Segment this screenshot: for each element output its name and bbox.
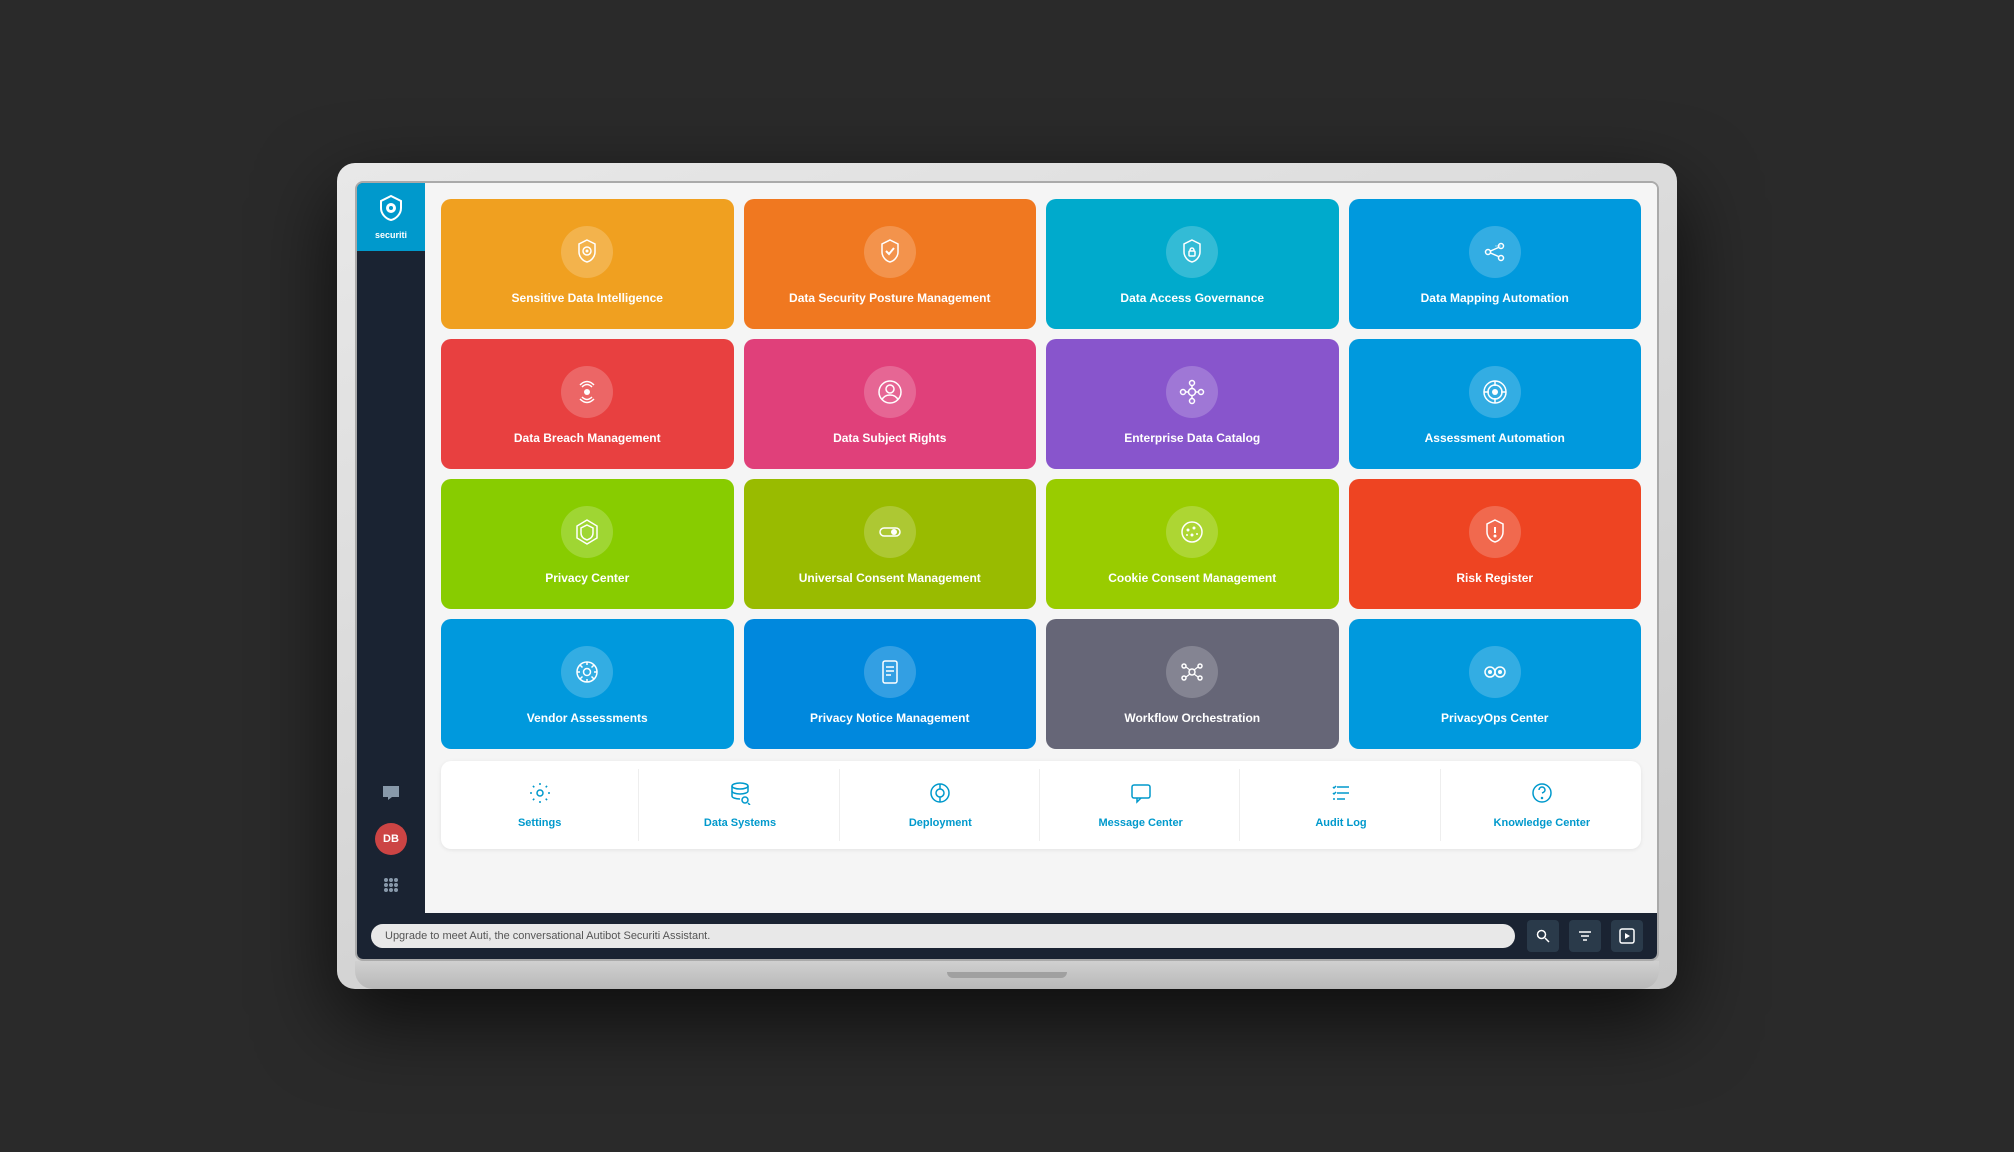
logo-text: securiti (375, 230, 407, 240)
tool-icon-data-systems (728, 781, 752, 811)
tool-icon-deployment (928, 781, 952, 811)
tile-icon-privacy-center (561, 506, 613, 558)
tile-label-data-mapping-automation: Data Mapping Automation (1421, 290, 1569, 307)
tool-label-settings: Settings (518, 817, 561, 829)
tile-icon-data-security-posture-management (864, 226, 916, 278)
tile-icon-data-access-governance (1166, 226, 1218, 278)
tile-privacyops-center[interactable]: PrivacyOps Center (1349, 619, 1642, 749)
tool-icon-settings (528, 781, 552, 811)
tile-data-subject-rights[interactable]: Data Subject Rights (744, 339, 1037, 469)
bottom-actions (1527, 920, 1643, 952)
play-btn[interactable] (1611, 920, 1643, 952)
tile-icon-cookie-consent-management (1166, 506, 1218, 558)
tile-icon-privacyops-center (1469, 646, 1521, 698)
tile-icon-universal-consent-management (864, 506, 916, 558)
tool-message-center[interactable]: Message Center (1042, 769, 1240, 841)
tile-icon-vendor-assessments (561, 646, 613, 698)
tile-label-universal-consent-management: Universal Consent Management (799, 570, 981, 587)
tool-label-data-systems: Data Systems (704, 817, 776, 829)
apps-icon-btn[interactable] (375, 869, 407, 901)
tile-label-vendor-assessments: Vendor Assessments (527, 710, 648, 727)
tiles-grid: Sensitive Data Intelligence Data Securit… (441, 199, 1641, 749)
logo[interactable]: securiti (357, 183, 425, 251)
tool-deployment[interactable]: Deployment (842, 769, 1040, 841)
tile-icon-data-subject-rights (864, 366, 916, 418)
tools-row: Settings Data Systems Deployment Message… (441, 761, 1641, 849)
tile-data-mapping-automation[interactable]: Data Mapping Automation (1349, 199, 1642, 329)
tool-knowledge-center[interactable]: Knowledge Center (1443, 769, 1641, 841)
tile-label-privacyops-center: PrivacyOps Center (1441, 710, 1548, 727)
screen: securiti DB (355, 181, 1659, 961)
tile-data-breach-management[interactable]: Data Breach Management (441, 339, 734, 469)
laptop-base (355, 961, 1659, 989)
tile-icon-workflow-orchestration (1166, 646, 1218, 698)
tool-label-audit-log: Audit Log (1315, 817, 1366, 829)
tool-audit-log[interactable]: Audit Log (1242, 769, 1440, 841)
tile-label-workflow-orchestration: Workflow Orchestration (1124, 710, 1260, 727)
tile-icon-data-mapping-automation (1469, 226, 1521, 278)
tool-label-knowledge-center: Knowledge Center (1494, 817, 1591, 829)
tool-icon-audit-log (1329, 781, 1353, 811)
sidebar: securiti DB (357, 183, 425, 913)
tile-privacy-center[interactable]: Privacy Center (441, 479, 734, 609)
main-content: Sensitive Data Intelligence Data Securit… (425, 183, 1657, 913)
tile-label-sensitive-data-intelligence: Sensitive Data Intelligence (512, 290, 663, 307)
tile-icon-enterprise-data-catalog (1166, 366, 1218, 418)
tile-label-assessment-automation: Assessment Automation (1425, 430, 1565, 447)
app-container: securiti DB (357, 183, 1657, 913)
tile-icon-sensitive-data-intelligence (561, 226, 613, 278)
user-avatar[interactable]: DB (375, 823, 407, 855)
tool-icon-knowledge-center (1530, 781, 1554, 811)
sidebar-bottom: DB (375, 777, 407, 913)
tile-icon-privacy-notice-management (864, 646, 916, 698)
tile-label-privacy-center: Privacy Center (545, 570, 629, 587)
tile-label-data-access-governance: Data Access Governance (1120, 290, 1264, 307)
laptop-notch (947, 972, 1067, 978)
logo-icon (377, 194, 405, 227)
tile-label-data-subject-rights: Data Subject Rights (833, 430, 946, 447)
bottom-bar: Upgrade to meet Auti, the conversational… (357, 913, 1657, 959)
tile-label-data-security-posture-management: Data Security Posture Management (789, 290, 990, 307)
tile-label-privacy-notice-management: Privacy Notice Management (810, 710, 969, 727)
tool-data-systems[interactable]: Data Systems (641, 769, 839, 841)
tile-cookie-consent-management[interactable]: Cookie Consent Management (1046, 479, 1339, 609)
tile-label-risk-register: Risk Register (1456, 570, 1533, 587)
tile-data-access-governance[interactable]: Data Access Governance (1046, 199, 1339, 329)
chat-bubble-text: Upgrade to meet Auti, the conversational… (371, 924, 1515, 948)
tile-vendor-assessments[interactable]: Vendor Assessments (441, 619, 734, 749)
tile-universal-consent-management[interactable]: Universal Consent Management (744, 479, 1037, 609)
tool-label-deployment: Deployment (909, 817, 972, 829)
tool-label-message-center: Message Center (1098, 817, 1182, 829)
chat-icon-btn[interactable] (375, 777, 407, 809)
tile-assessment-automation[interactable]: Assessment Automation (1349, 339, 1642, 469)
tile-privacy-notice-management[interactable]: Privacy Notice Management (744, 619, 1037, 749)
filter-btn[interactable] (1569, 920, 1601, 952)
tile-sensitive-data-intelligence[interactable]: Sensitive Data Intelligence (441, 199, 734, 329)
tool-icon-message-center (1129, 781, 1153, 811)
tile-enterprise-data-catalog[interactable]: Enterprise Data Catalog (1046, 339, 1339, 469)
tile-icon-data-breach-management (561, 366, 613, 418)
tile-label-enterprise-data-catalog: Enterprise Data Catalog (1124, 430, 1260, 447)
tool-settings[interactable]: Settings (441, 769, 639, 841)
tile-label-data-breach-management: Data Breach Management (514, 430, 661, 447)
laptop-frame: securiti DB (337, 163, 1677, 989)
tile-label-cookie-consent-management: Cookie Consent Management (1108, 570, 1276, 587)
tile-workflow-orchestration[interactable]: Workflow Orchestration (1046, 619, 1339, 749)
search-btn[interactable] (1527, 920, 1559, 952)
tile-data-security-posture-management[interactable]: Data Security Posture Management (744, 199, 1037, 329)
tile-risk-register[interactable]: Risk Register (1349, 479, 1642, 609)
tile-icon-risk-register (1469, 506, 1521, 558)
tile-icon-assessment-automation (1469, 366, 1521, 418)
